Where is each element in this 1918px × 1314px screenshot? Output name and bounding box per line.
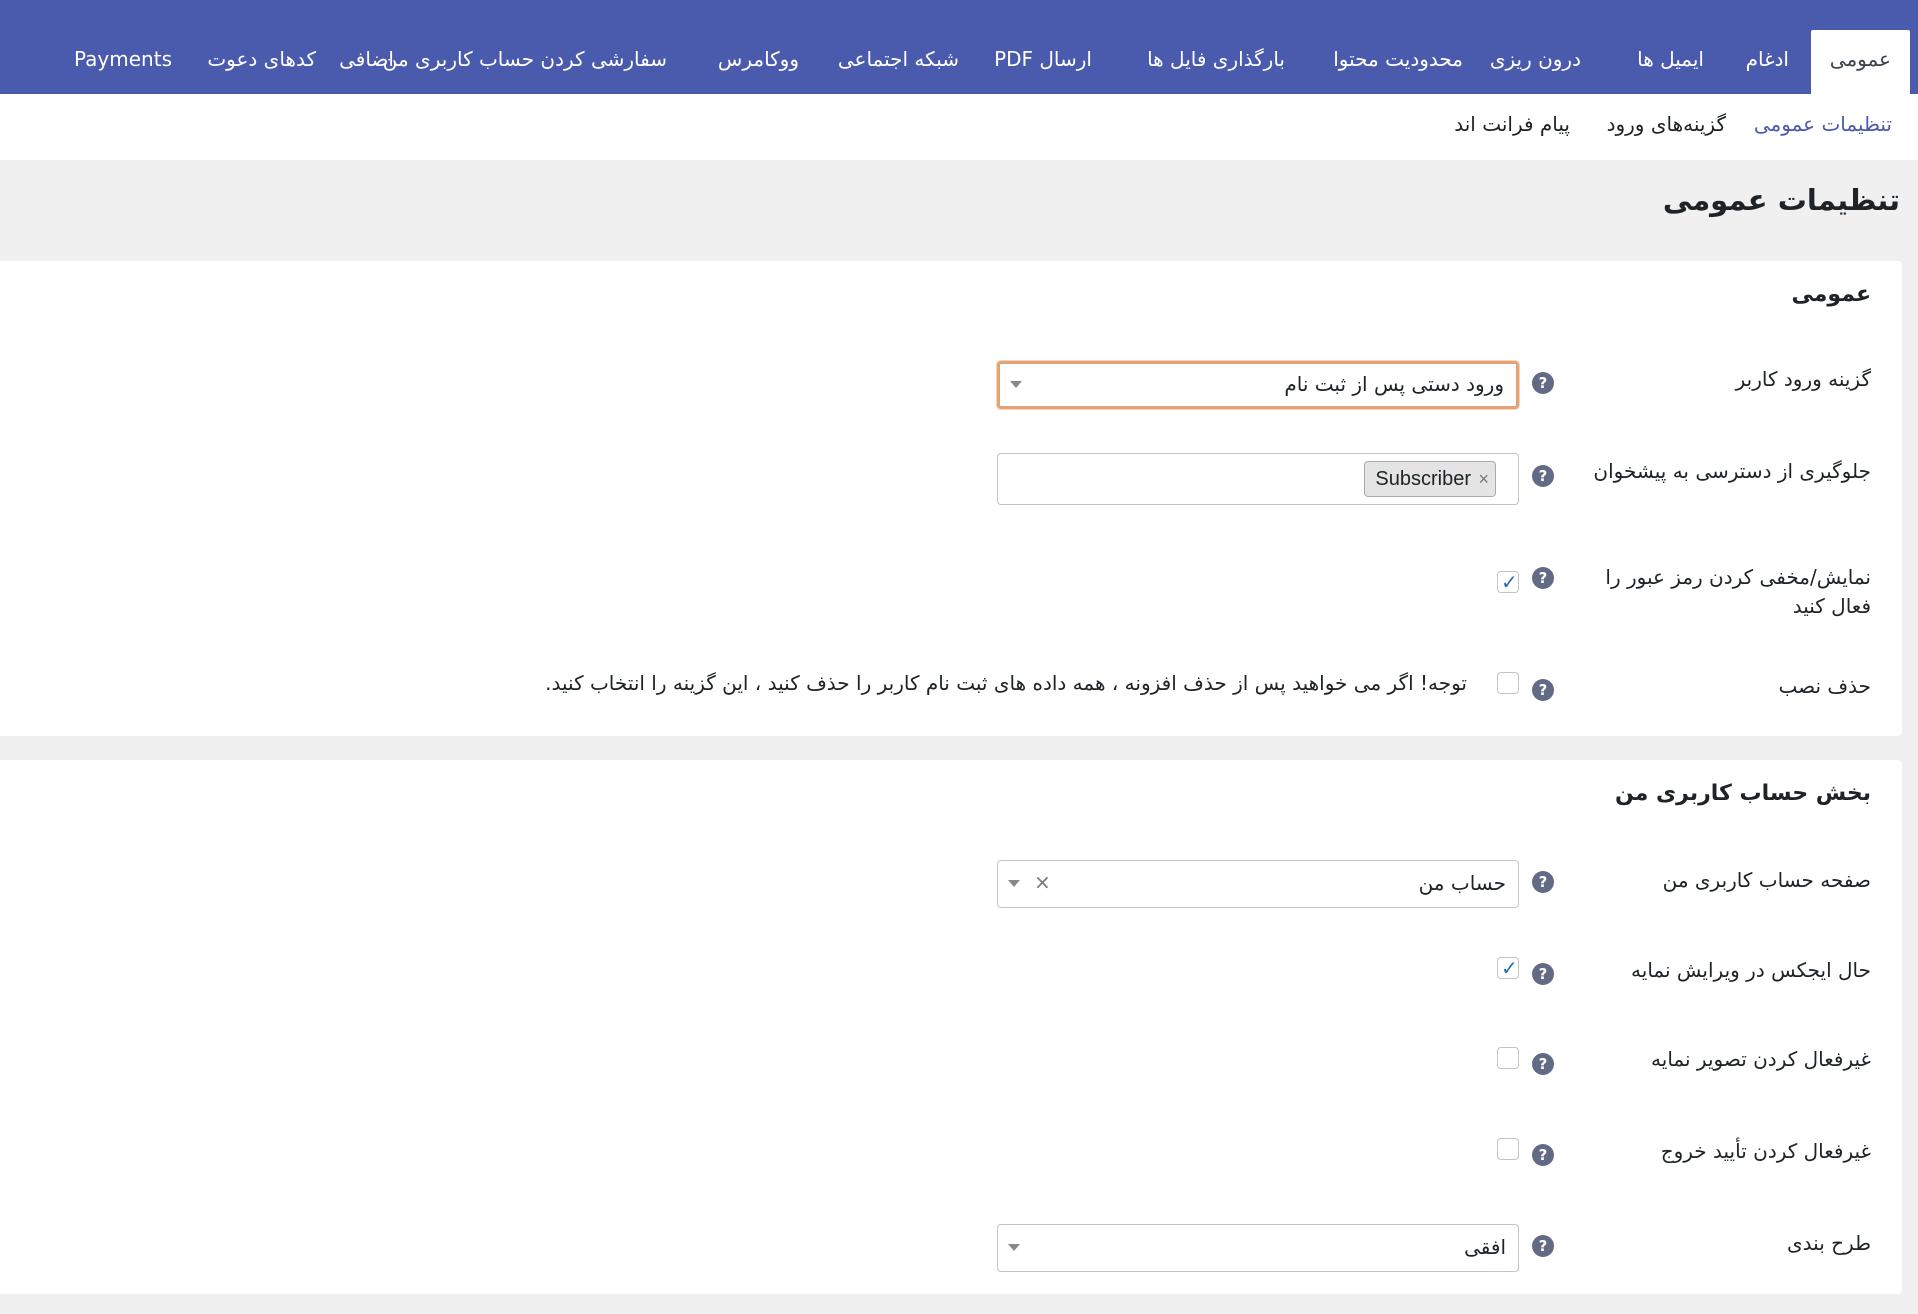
sub-tabs-bar: تنظیمات عمومی گزینه‌های ورود پیام فرانت … xyxy=(0,94,1918,160)
clear-selection-icon[interactable]: × xyxy=(1034,870,1051,894)
chevron-down-icon xyxy=(1010,381,1022,388)
layout-label: طرح بندی xyxy=(1787,1231,1871,1255)
subtab-login-options[interactable]: گزینه‌های ورود xyxy=(1607,112,1726,136)
disable-profile-image-help-icon[interactable]: ? xyxy=(1532,1053,1554,1075)
general-section-card: عمومی گزینه ورود کاربر ? ورود دستی پس از… xyxy=(0,261,1902,736)
tab-integration[interactable]: ادغام xyxy=(1727,30,1808,94)
uninstall-checkbox[interactable] xyxy=(1497,672,1519,694)
show-hide-password-checkbox[interactable]: ✓ xyxy=(1497,571,1519,593)
my-account-section-card: بخش حساب کاربری من صفحه حساب کاربری من ?… xyxy=(0,760,1902,1294)
my-account-page-select[interactable]: حساب من × xyxy=(997,860,1519,908)
disable-profile-image-label: غیرفعال کردن تصویر نمایه xyxy=(1651,1047,1871,1071)
role-tag-label: Subscriber xyxy=(1375,468,1471,490)
page-title: تنظیمات عمومی xyxy=(1662,183,1900,217)
check-icon: ✓ xyxy=(1501,956,1518,980)
my-account-section-title: بخش حساب کاربری من xyxy=(1614,781,1871,806)
tab-emails[interactable]: ایمیل ها xyxy=(1618,30,1723,94)
chevron-down-icon xyxy=(1008,880,1020,887)
disable-logout-confirm-checkbox[interactable] xyxy=(1497,1138,1519,1160)
subtab-general-settings[interactable]: تنظیمات عمومی xyxy=(1754,112,1892,136)
my-account-page-label: صفحه حساب کاربری من xyxy=(1662,868,1871,892)
tab-invite-codes[interactable]: کدهای دعوت xyxy=(188,30,335,94)
tab-pdf-submission[interactable]: ارسال PDF xyxy=(975,30,1111,94)
show-hide-password-label: نمایش/مخفی کردن رمز عبور را فعال کنید xyxy=(1605,565,1871,618)
general-section-title: عمومی xyxy=(1791,282,1871,307)
disable-profile-image-checkbox[interactable] xyxy=(1497,1047,1519,1069)
layout-select[interactable]: افقی xyxy=(997,1224,1519,1272)
check-icon: ✓ xyxy=(1501,570,1518,594)
remove-tag-icon[interactable]: × xyxy=(1478,462,1489,496)
tab-import[interactable]: درون ریزی xyxy=(1471,30,1600,94)
settings-tabs-bar: عمومی ادغام ایمیل ها درون ریزی محدودیت م… xyxy=(0,0,1918,94)
layout-help-icon[interactable]: ? xyxy=(1532,1235,1554,1257)
uninstall-note: توجه! اگر می خواهید پس از حذف افزونه ، ه… xyxy=(545,671,1467,695)
prevent-dashboard-label: جلوگیری از دسترسی به پیشخوان xyxy=(1593,459,1871,483)
disable-logout-confirm-help-icon[interactable]: ? xyxy=(1532,1144,1554,1166)
layout-value: افقی xyxy=(1464,1235,1506,1259)
tab-payments[interactable]: Payments xyxy=(55,30,191,94)
ajax-profile-edit-help-icon[interactable]: ? xyxy=(1532,963,1554,985)
uninstall-help-icon[interactable]: ? xyxy=(1532,679,1554,701)
my-account-page-help-icon[interactable]: ? xyxy=(1532,871,1554,893)
ajax-profile-edit-checkbox[interactable]: ✓ xyxy=(1497,957,1519,979)
show-hide-password-help-icon[interactable]: ? xyxy=(1532,567,1554,589)
login-option-value: ورود دستی پس از ثبت نام xyxy=(1284,372,1504,396)
login-option-help-icon[interactable]: ? xyxy=(1532,372,1554,394)
tab-file-uploads[interactable]: بارگذاری فایل ها xyxy=(1128,30,1304,94)
chevron-down-icon xyxy=(1008,1244,1020,1251)
ajax-profile-edit-label: حال ایجکس در ویرایش نمایه xyxy=(1631,958,1871,982)
uninstall-label: حذف نصب xyxy=(1778,674,1872,698)
subtab-frontend-message[interactable]: پیام فرانت اند xyxy=(1454,112,1570,136)
disable-logout-confirm-label: غیرفعال کردن تأیید خروج xyxy=(1660,1139,1871,1163)
prevent-dashboard-help-icon[interactable]: ? xyxy=(1532,465,1554,487)
login-option-select[interactable]: ورود دستی پس از ثبت نام xyxy=(997,361,1519,409)
tab-content-restriction[interactable]: محدودیت محتوا xyxy=(1314,30,1482,94)
tab-social-network[interactable]: شبکه اجتماعی xyxy=(819,30,978,94)
my-account-page-value: حساب من xyxy=(1418,871,1506,895)
prevent-dashboard-roles-field[interactable]: Subscriber × xyxy=(997,453,1519,505)
role-tag-subscriber: Subscriber × xyxy=(1364,461,1496,497)
tab-woocommerce[interactable]: ووکامرس xyxy=(699,30,818,94)
tab-general[interactable]: عمومی xyxy=(1810,30,1910,94)
login-option-label: گزینه ورود کاربر xyxy=(1735,367,1871,391)
